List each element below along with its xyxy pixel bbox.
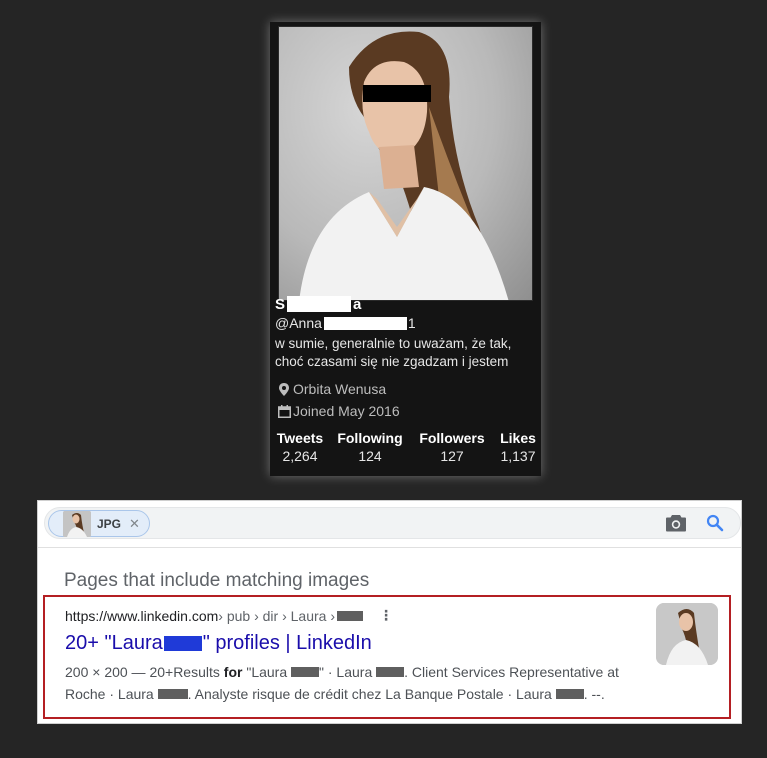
image-query-chip[interactable]: JPG ✕ bbox=[48, 510, 150, 537]
handle-start: @Anna bbox=[275, 315, 322, 331]
snippet-redaction bbox=[157, 689, 188, 699]
profile-bio: w sumie, generalnie to uważam, że tak, c… bbox=[275, 335, 537, 371]
profile-card: S a @Anna 1 w sumie, generalnie to uważa… bbox=[270, 22, 541, 476]
more-options-icon[interactable]: ⋮ bbox=[379, 607, 393, 624]
result-breadcrumbs: › pub › dir › Laura › bbox=[218, 607, 336, 624]
search-icon[interactable] bbox=[706, 514, 724, 537]
name-redaction bbox=[287, 296, 352, 312]
result-url-domain: https://www.linkedin.com bbox=[65, 607, 219, 624]
chip-label: JPG bbox=[97, 516, 122, 531]
stat-following[interactable]: Following 124 bbox=[331, 430, 409, 464]
stat-label: Following bbox=[337, 430, 403, 446]
snippet-text: . --. bbox=[583, 686, 605, 702]
divider bbox=[38, 547, 741, 548]
snippet-bold: for bbox=[223, 664, 243, 680]
breadcrumb-redaction bbox=[337, 610, 364, 621]
search-result: https://www.linkedin.com › pub › dir › L… bbox=[43, 595, 731, 719]
profile-joined: Joined May 2016 bbox=[275, 402, 400, 420]
stat-value: 124 bbox=[358, 448, 382, 464]
handle-redaction bbox=[323, 316, 407, 330]
profile-location: Orbita Wenusa bbox=[275, 380, 386, 398]
result-thumbnail[interactable] bbox=[656, 603, 718, 665]
snippet-text: "Laura bbox=[242, 664, 292, 680]
stat-value: 2,264 bbox=[282, 448, 318, 464]
profile-name: S a bbox=[275, 294, 361, 314]
stat-likes[interactable]: Likes 1,137 bbox=[495, 430, 541, 464]
location-text: Orbita Wenusa bbox=[293, 381, 387, 397]
search-bar[interactable]: JPG ✕ bbox=[44, 507, 741, 539]
result-url[interactable]: https://www.linkedin.com › pub › dir › L… bbox=[65, 607, 393, 624]
chip-close-icon[interactable]: ✕ bbox=[129, 516, 140, 532]
joined-text: Joined May 2016 bbox=[293, 403, 400, 419]
profile-stats: Tweets 2,264 Following 124 Followers 127… bbox=[270, 430, 541, 464]
stat-tweets[interactable]: Tweets 2,264 bbox=[272, 430, 328, 464]
snippet-redaction bbox=[376, 667, 405, 677]
bio-line-1: w sumie, generalnie to uważam, że tak, bbox=[275, 336, 512, 351]
name-start: S bbox=[275, 295, 286, 313]
search-results-panel: JPG ✕ Pages that include matching images… bbox=[37, 500, 742, 724]
stat-value: 1,137 bbox=[500, 448, 536, 464]
profile-photo bbox=[278, 26, 533, 301]
query-image-thumbnail bbox=[63, 510, 91, 537]
stat-label: Followers bbox=[419, 430, 485, 446]
result-title-start: 20+ "Laura bbox=[65, 632, 163, 654]
calendar-icon bbox=[275, 404, 293, 418]
snippet-text: 20+Results bbox=[149, 664, 224, 680]
stat-value: 127 bbox=[440, 448, 464, 464]
snippet-text: " · Laura bbox=[319, 664, 377, 680]
stat-followers[interactable]: Followers 127 bbox=[412, 430, 492, 464]
snippet-text: . Client Services Representative at bbox=[404, 664, 619, 680]
result-title-end: " profiles | LinkedIn bbox=[202, 632, 372, 654]
location-pin-icon bbox=[275, 382, 293, 396]
name-end: a bbox=[353, 295, 362, 313]
handle-end: 1 bbox=[407, 315, 416, 331]
bio-line-2: choć czasami się nie zgadzam i jestem bbox=[275, 354, 509, 369]
result-title-link[interactable]: 20+ "Laura " profiles | LinkedIn bbox=[65, 632, 372, 655]
snippet-redaction bbox=[555, 689, 584, 699]
title-redaction bbox=[163, 636, 202, 651]
snippet-text: Roche · Laura bbox=[65, 686, 158, 702]
stat-label: Likes bbox=[500, 430, 536, 446]
snippet-redaction bbox=[291, 667, 320, 677]
section-title: Pages that include matching images bbox=[64, 570, 370, 591]
stat-label: Tweets bbox=[276, 430, 324, 446]
profile-handle: @Anna 1 bbox=[275, 314, 416, 332]
result-snippet: 200 × 200 — 20+Results for "Laura " · La… bbox=[65, 661, 645, 705]
snippet-text: . Analyste risque de crédit chez La Banq… bbox=[187, 686, 556, 702]
camera-icon[interactable] bbox=[666, 514, 686, 537]
snippet-meta: 200 × 200 — bbox=[65, 664, 150, 680]
